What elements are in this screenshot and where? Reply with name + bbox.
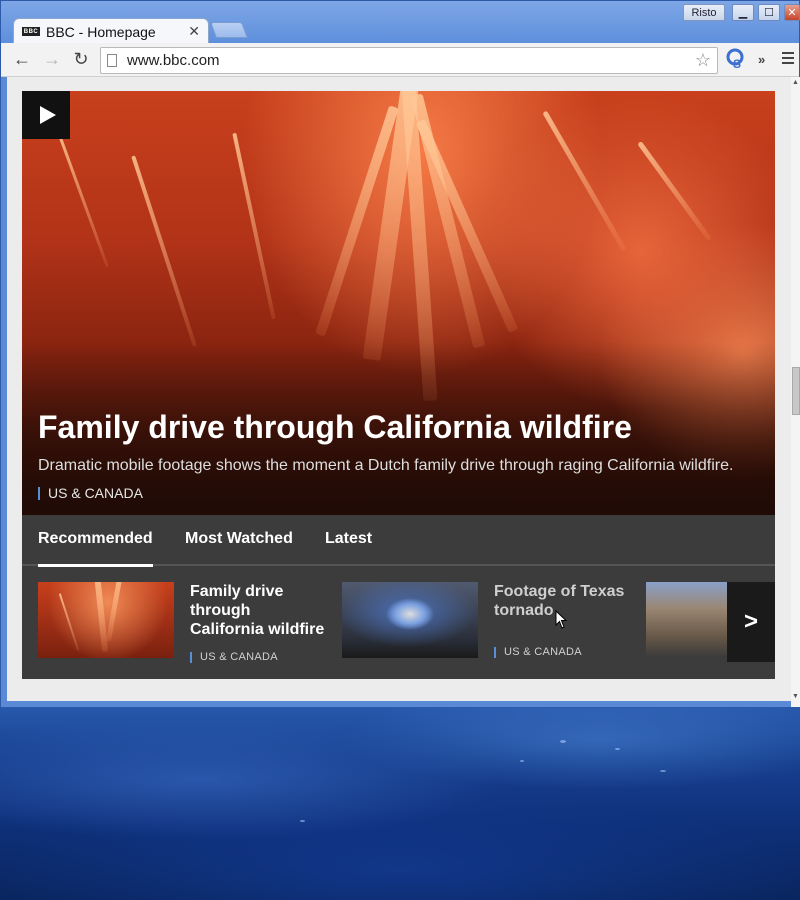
fire-streak [232, 132, 276, 320]
address-bar[interactable]: www.bbc.com ☆ [100, 47, 718, 74]
play-button[interactable] [22, 91, 70, 139]
card-title-line: California wildfire [190, 621, 325, 638]
water-ripple [560, 740, 566, 743]
title-bar: BBC BBC - Homepage ✕ Risto ▁ ☐ ✕ [1, 1, 800, 44]
card-thumbnail-third[interactable] [646, 582, 728, 658]
video-carousel-panel: Recommended Most Watched Latest Family d… [22, 515, 775, 679]
hero-title[interactable]: Family drive through California wildfire [38, 409, 632, 446]
browser-window: BBC BBC - Homepage ✕ Risto ▁ ☐ ✕ ← → ↻ w… [0, 0, 800, 708]
tab-close-icon[interactable]: ✕ [188, 23, 200, 40]
bbc-favicon-icon: BBC [22, 27, 40, 36]
back-button[interactable]: ← [11, 49, 33, 70]
water-ripple [660, 770, 666, 772]
fire-streak [131, 155, 197, 347]
scroll-up-icon[interactable]: ▲ [792, 79, 799, 86]
scroll-down-icon[interactable]: ▼ [792, 693, 799, 700]
card-region-tag[interactable]: US & CANADA [494, 647, 582, 658]
card-title-line: through [190, 602, 251, 619]
tab-most-watched[interactable]: Most Watched [185, 530, 293, 548]
card-title-line: Family drive [190, 583, 284, 600]
fire-streak [637, 140, 712, 242]
card-region-tag[interactable]: US & CANADA [190, 652, 278, 663]
fire-streak [542, 110, 627, 252]
tab-bbc-homepage[interactable]: BBC BBC - Homepage ✕ [13, 18, 209, 44]
fire-streak [105, 582, 124, 642]
card-title-line: Footage of Texas [494, 583, 625, 600]
tab-recommended[interactable]: Recommended [38, 530, 153, 567]
url-text[interactable]: www.bbc.com [127, 52, 695, 69]
card-thumbnail-tornado[interactable] [342, 582, 478, 658]
reload-button[interactable]: ↻ [70, 49, 92, 70]
hero-summary: Dramatic mobile footage shows the moment… [38, 457, 734, 474]
water-ripple [615, 748, 620, 750]
water-ripple [520, 760, 524, 762]
svg-text:S: S [733, 57, 741, 70]
bookmark-star-icon[interactable]: ☆ [695, 50, 711, 71]
tab-latest[interactable]: Latest [325, 530, 372, 548]
mouse-cursor-icon [555, 610, 568, 629]
forward-button[interactable]: → [41, 49, 63, 70]
menu-icon[interactable] [782, 52, 794, 67]
vertical-scrollbar[interactable]: ▲ ▼ [791, 77, 800, 707]
fire-streak [58, 134, 109, 268]
desktop-wallpaper [0, 700, 800, 900]
extensions-overflow-icon[interactable]: » [758, 52, 765, 67]
page-icon [107, 54, 117, 67]
scrollbar-thumb[interactable] [792, 367, 800, 415]
carousel-tabs: Recommended Most Watched Latest [22, 515, 775, 567]
page-viewport: Family drive through California wildfire… [7, 77, 791, 701]
hero-video[interactable]: Family drive through California wildfire… [22, 91, 775, 515]
fire-streak [93, 582, 109, 653]
card-thumbnail-wildfire[interactable] [38, 582, 174, 658]
maximize-button[interactable]: ☐ [758, 4, 780, 21]
minimize-button[interactable]: ▁ [732, 4, 754, 21]
tab-title: BBC - Homepage [46, 23, 156, 40]
new-tab-button[interactable] [210, 22, 248, 38]
play-icon [40, 106, 56, 124]
extension-icon[interactable]: S [726, 48, 748, 70]
close-window-button[interactable]: ✕ [784, 4, 800, 21]
carousel-next-button[interactable]: > [727, 582, 775, 662]
card-title-wildfire[interactable]: Family drive through California wildfire [190, 582, 324, 639]
fire-streak [58, 593, 80, 651]
browser-toolbar: ← → ↻ www.bbc.com ☆ S » [1, 43, 799, 77]
profile-button[interactable]: Risto [683, 4, 725, 21]
water-ripple [300, 820, 305, 822]
hero-region-tag[interactable]: US & CANADA [38, 486, 143, 500]
